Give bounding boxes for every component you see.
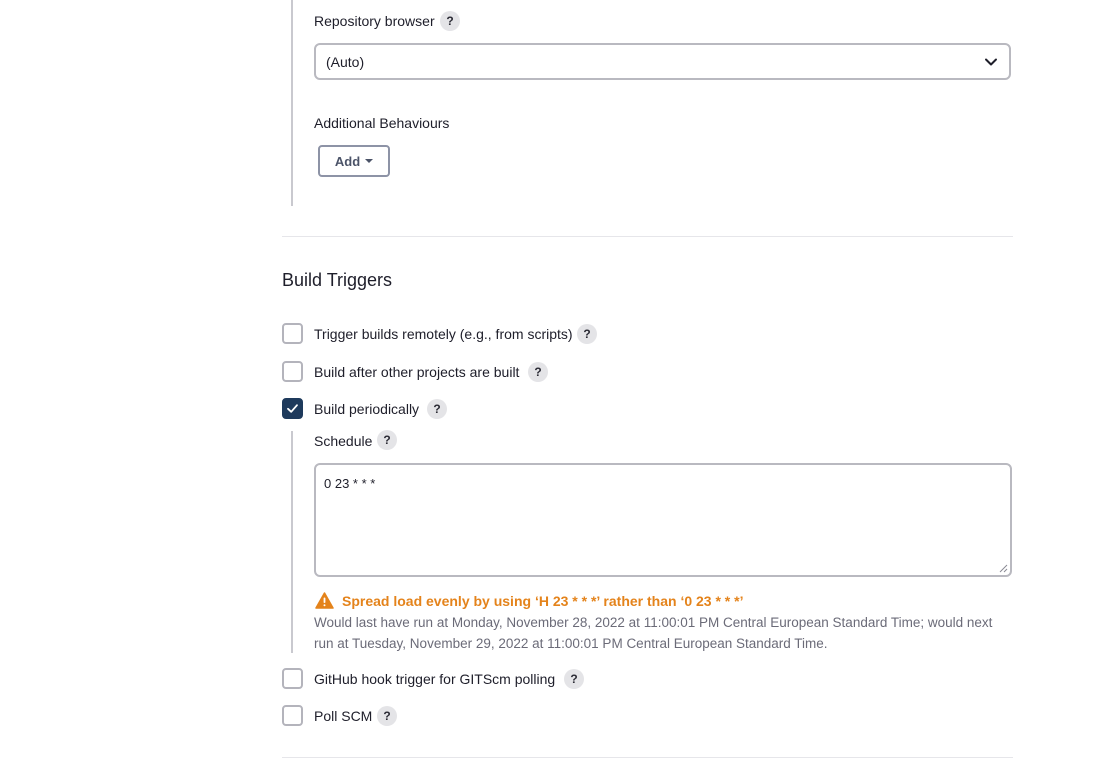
build-after-other-projects-checkbox[interactable]: [282, 361, 303, 382]
section-divider: [282, 236, 1013, 237]
poll-scm-label[interactable]: Poll SCM: [314, 708, 372, 724]
github-hook-trigger-label[interactable]: GitHub hook trigger for GITScm polling: [314, 671, 555, 687]
build-periodically-label[interactable]: Build periodically: [314, 401, 419, 417]
trigger-remotely-checkbox[interactable]: [282, 323, 303, 344]
build-triggers-title: Build Triggers: [282, 270, 393, 290]
additional-behaviours-label: Additional Behaviours: [314, 115, 450, 131]
repository-browser-help-icon[interactable]: ?: [440, 11, 460, 31]
repository-browser-label: Repository browser: [314, 13, 435, 29]
build-after-other-projects-label[interactable]: Build after other projects are built: [314, 364, 519, 380]
scm-section-guide-line: [291, 0, 293, 206]
repository-browser-select[interactable]: (Auto): [314, 43, 1011, 80]
add-behaviour-button[interactable]: Add: [318, 145, 390, 177]
repository-browser-selected-value: (Auto): [326, 53, 365, 70]
checkmark-icon: [287, 404, 298, 413]
poll-scm-help-icon[interactable]: ?: [377, 706, 397, 726]
build-periodically-help-icon[interactable]: ?: [427, 399, 447, 419]
github-hook-trigger-checkbox[interactable]: [282, 668, 303, 689]
trigger-remotely-label[interactable]: Trigger builds remotely (e.g., from scri…: [314, 326, 573, 342]
chevron-down-icon: [985, 58, 997, 65]
resize-grip-icon[interactable]: [998, 563, 1008, 573]
schedule-value: 0 23 * * *: [324, 476, 376, 491]
schedule-textarea[interactable]: 0 23 * * *: [314, 463, 1012, 577]
poll-scm-checkbox[interactable]: [282, 705, 303, 726]
schedule-run-info: Would last have run at Monday, November …: [314, 615, 993, 651]
spread-load-warning: Spread load evenly by using ‘H 23 * * *’…: [342, 593, 744, 609]
github-hook-trigger-help-icon[interactable]: ?: [564, 669, 584, 689]
trigger-remotely-help-icon[interactable]: ?: [577, 324, 597, 344]
section-divider-bottom: [282, 757, 1013, 758]
caret-down-icon: [365, 159, 374, 163]
schedule-help-icon[interactable]: ?: [377, 430, 397, 450]
build-after-other-projects-help-icon[interactable]: ?: [528, 362, 548, 382]
add-button-label: Add: [334, 153, 361, 169]
schedule-section-guide-line: [291, 431, 293, 653]
warning-icon: [315, 592, 334, 609]
schedule-label: Schedule: [314, 433, 373, 449]
build-periodically-checkbox[interactable]: [282, 398, 303, 419]
